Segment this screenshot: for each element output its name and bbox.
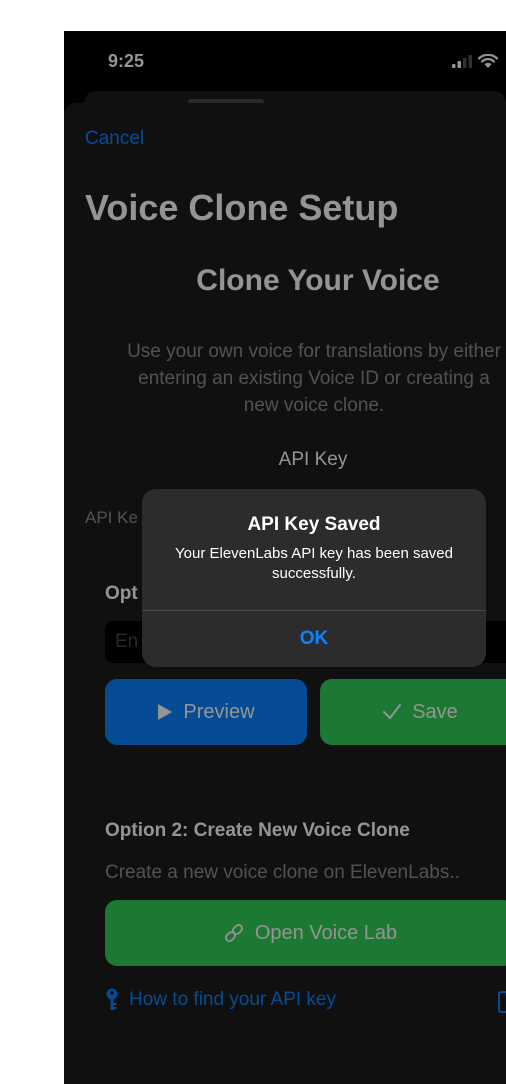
alert-ok-button[interactable]: OK bbox=[142, 611, 486, 667]
alert-message: Your ElevenLabs API key has been saved s… bbox=[175, 545, 453, 582]
alert-dialog: API Key Saved Your ElevenLabs API key ha… bbox=[142, 489, 486, 667]
phone-screen: 9:25 Cancel Voice Clone Setup Clone Your… bbox=[64, 31, 506, 1084]
alert-title: API Key Saved bbox=[247, 514, 381, 535]
